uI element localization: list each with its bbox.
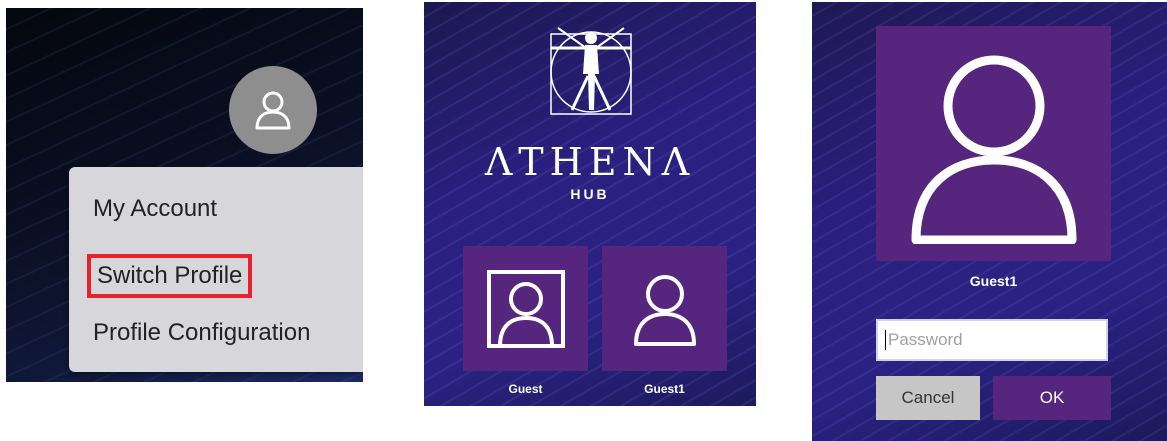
account-avatar-button[interactable] <box>229 66 317 154</box>
brand-name: ΛTHENΛ <box>484 140 696 184</box>
menu-item-switch-profile[interactable]: Switch Profile <box>87 254 253 298</box>
login-screen: Guest1 Cancel OK <box>812 2 1167 441</box>
profile-label-guest: Guest <box>508 382 543 396</box>
user-icon <box>255 91 291 130</box>
account-dropdown-menu: My Account Switch Profile Profile Config… <box>69 167 363 372</box>
user-icon <box>633 274 696 346</box>
account-menu-screen: My Account Switch Profile Profile Config… <box>6 8 363 382</box>
ok-button[interactable]: OK <box>993 376 1111 420</box>
profile-tile-guest1[interactable] <box>602 246 727 371</box>
text-caret <box>885 330 886 350</box>
profile-label-guest1: Guest1 <box>644 382 685 396</box>
user-icon <box>911 55 1076 244</box>
vitruvian-man-logo-icon <box>548 24 634 120</box>
menu-item-profile-configuration[interactable]: Profile Configuration <box>93 319 310 347</box>
cancel-button[interactable]: Cancel <box>876 376 980 420</box>
profile-tile-guest[interactable] <box>463 246 588 371</box>
password-input[interactable] <box>876 319 1108 361</box>
profile-selection-screen: ΛTHENΛ HUB Guest Guest1 <box>424 2 756 406</box>
brand-subtitle: HUB <box>570 186 610 202</box>
menu-item-my-account[interactable]: My Account <box>93 195 217 223</box>
selected-username: Guest1 <box>969 273 1018 289</box>
selected-profile-avatar <box>876 26 1111 261</box>
user-framed-icon <box>486 269 565 348</box>
